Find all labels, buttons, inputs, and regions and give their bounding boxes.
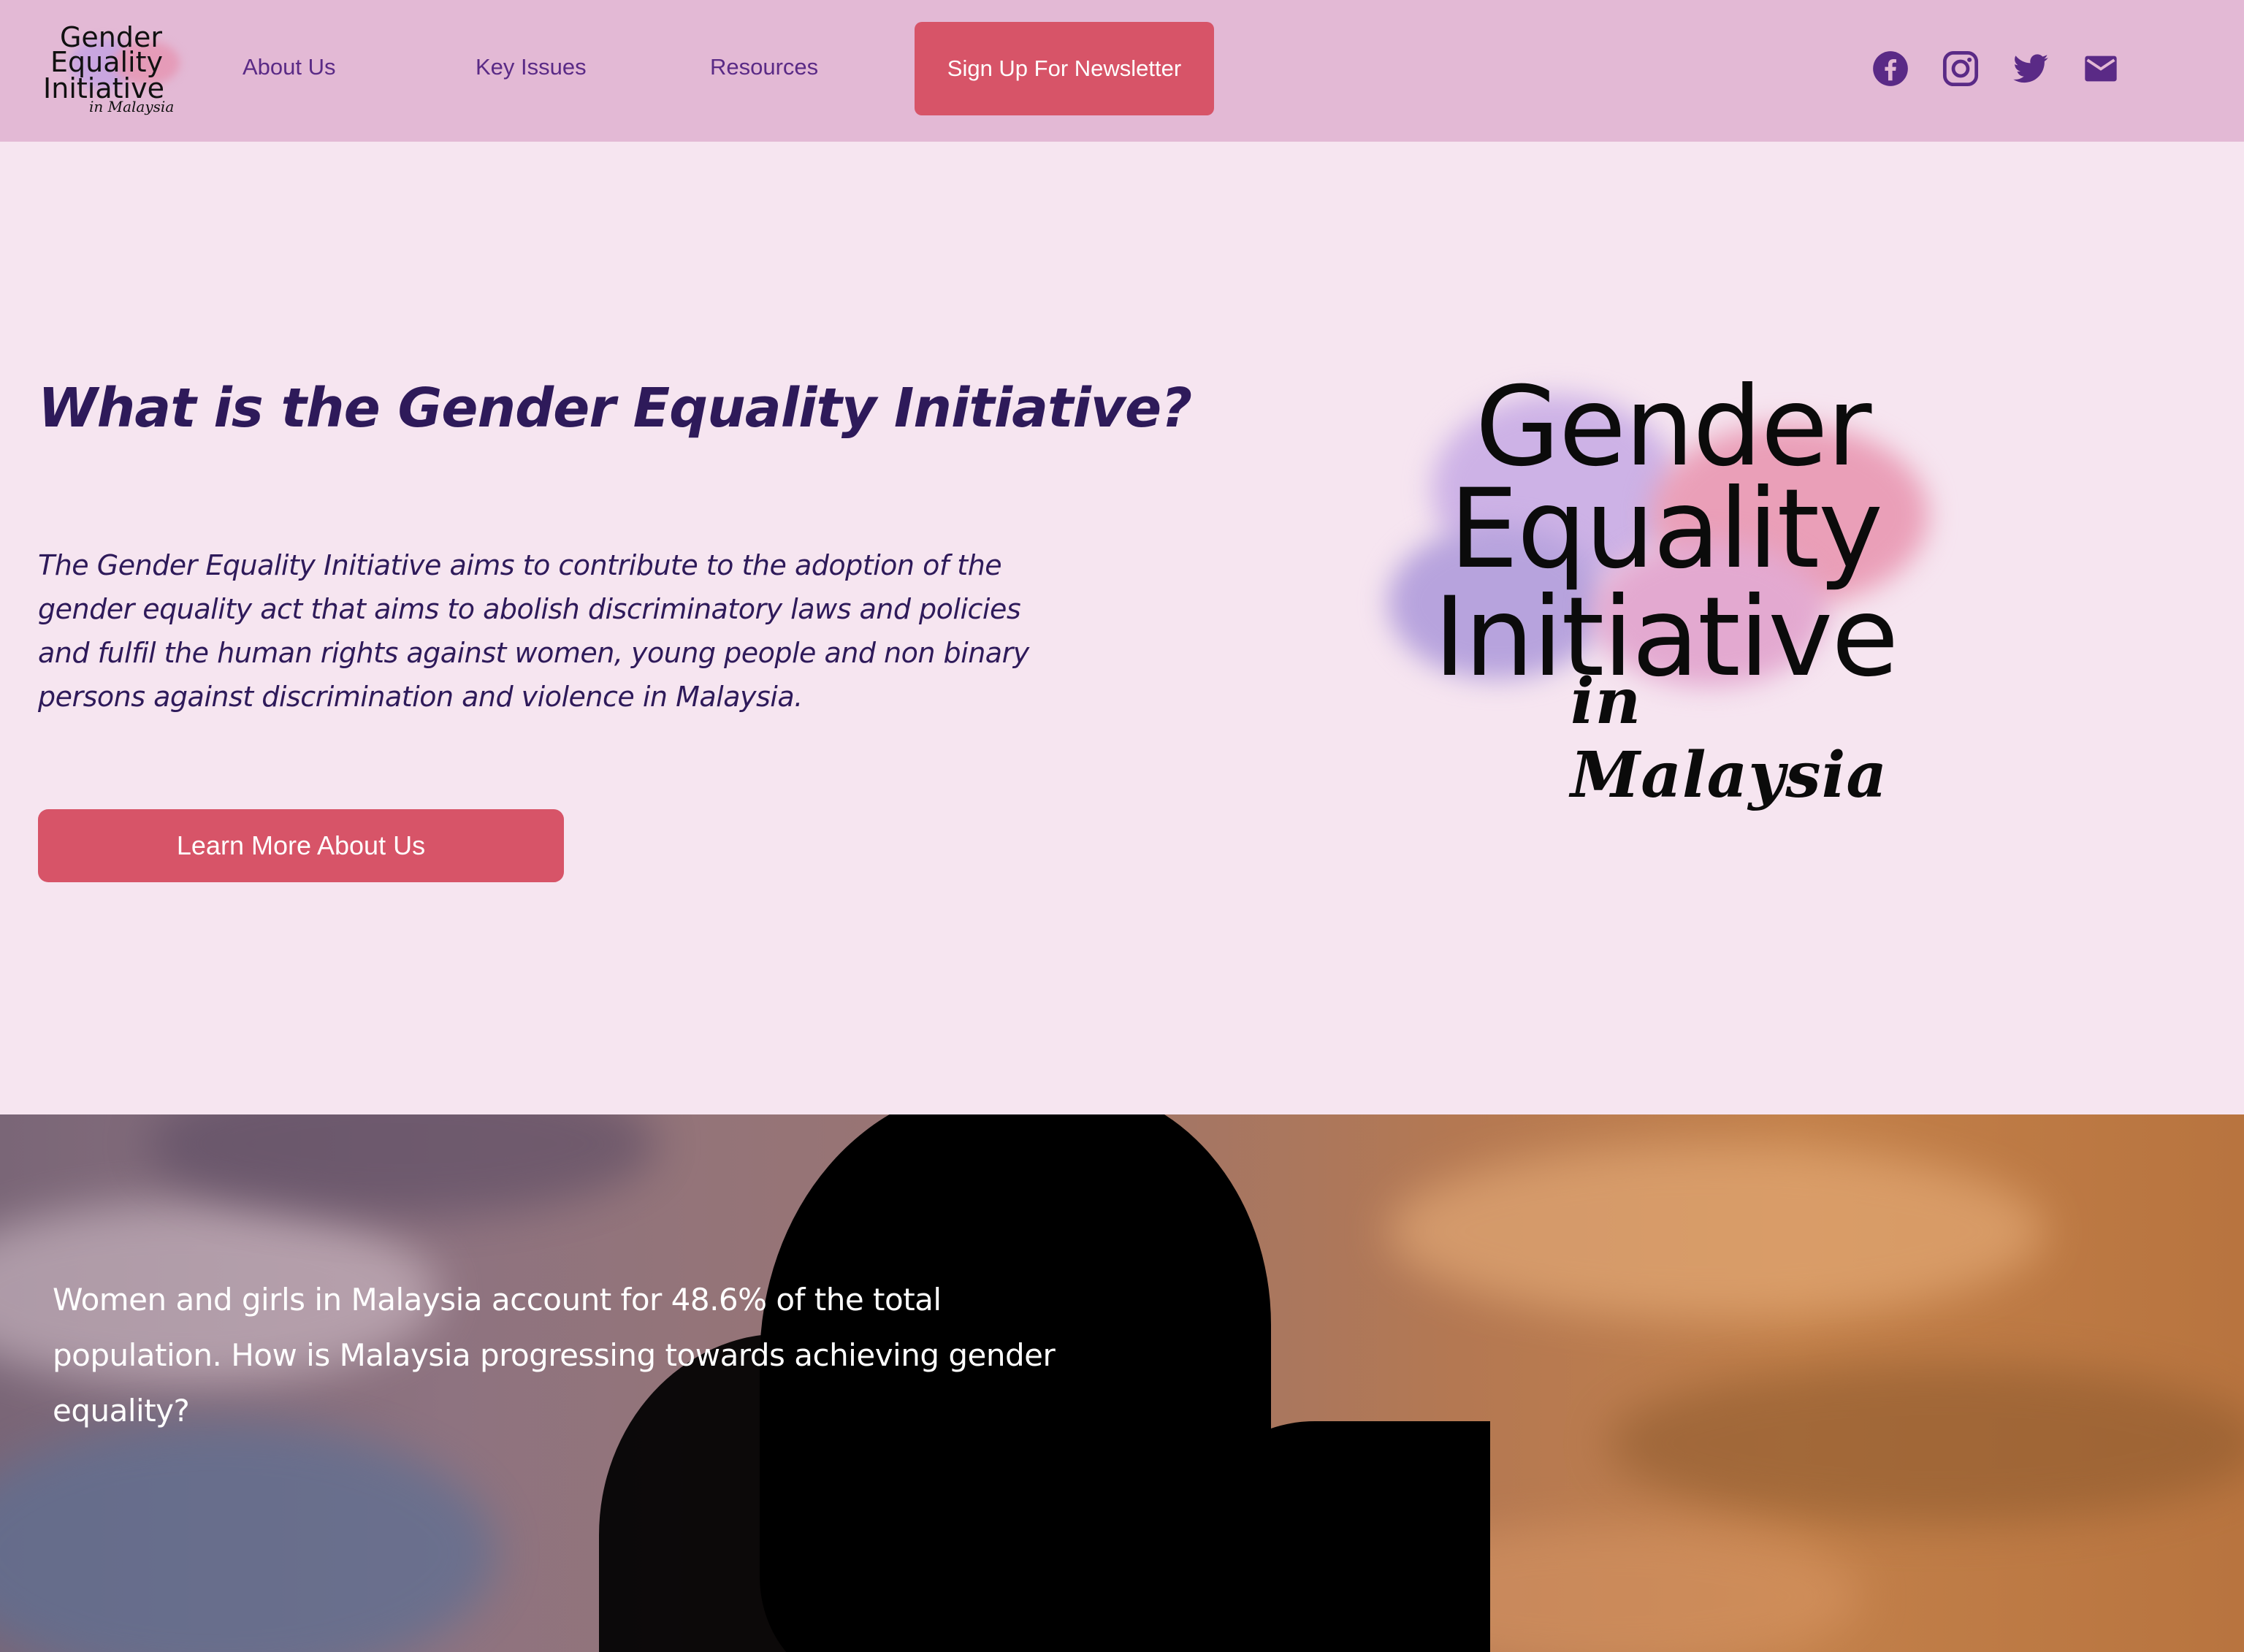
hero-title: What is the Gender Equality Initiative? bbox=[38, 377, 1192, 440]
newsletter-signup-button[interactable]: Sign Up For Newsletter bbox=[915, 22, 1214, 115]
logo-script: in Malaysia bbox=[89, 98, 175, 115]
hero-description: The Gender Equality Initiative aims to c… bbox=[38, 549, 1029, 713]
logo-script-malaysia: in Malaysia bbox=[1571, 665, 1888, 812]
learn-more-button[interactable]: Learn More About Us bbox=[38, 809, 564, 882]
logo-word-equality: Equality bbox=[1449, 466, 1883, 593]
photo-banner: Women and girls in Malaysia account for … bbox=[0, 1114, 2244, 1652]
facebook-icon[interactable] bbox=[1871, 50, 1909, 88]
mail-icon[interactable] bbox=[2082, 50, 2120, 88]
banner-text: Women and girls in Malaysia account for … bbox=[53, 1282, 1056, 1429]
nav-key-issues[interactable]: Key Issues bbox=[476, 53, 587, 82]
sky-cloud bbox=[146, 1114, 657, 1217]
twitter-icon[interactable] bbox=[2012, 50, 2050, 88]
instagram-icon[interactable] bbox=[1942, 50, 1980, 88]
sky-cloud bbox=[1388, 1144, 2045, 1319]
person-silhouette-shoulder bbox=[1198, 1421, 1490, 1652]
nav-about-us[interactable]: About Us bbox=[243, 53, 336, 82]
nav-resources[interactable]: Resources bbox=[710, 53, 818, 82]
site-logo[interactable]: Gender Equality Initiative in Malaysia bbox=[41, 16, 187, 126]
site-header: Gender Equality Initiative in Malaysia A… bbox=[0, 0, 2244, 142]
sky-cloud bbox=[0, 1421, 497, 1652]
sky-cloud bbox=[1607, 1363, 2244, 1523]
hero-logo: Gender Equality Initiative in Malaysia bbox=[1373, 351, 1972, 812]
